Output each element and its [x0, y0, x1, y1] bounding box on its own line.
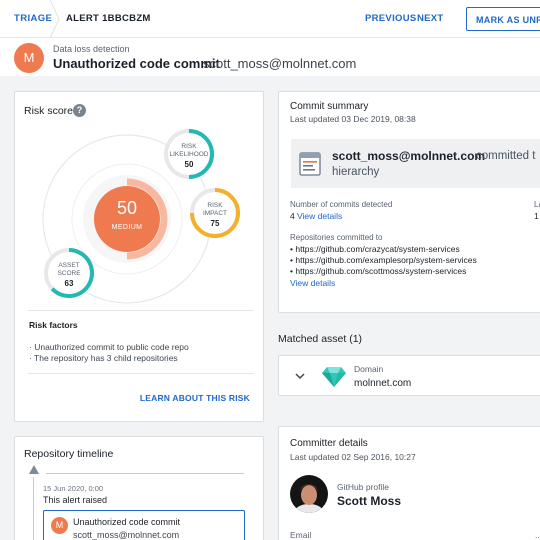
previous-button[interactable]: PREVIOUS: [365, 13, 417, 24]
repo-list-item: • https://github.com/examplesorp/system-…: [290, 255, 477, 265]
divider: [28, 373, 254, 374]
view-details-link[interactable]: View details: [290, 278, 335, 288]
timeline-event: This alert raised: [43, 495, 108, 505]
timeline-alert-email: scott_moss@molnnet.com: [73, 530, 180, 540]
arrow-up-icon: [29, 465, 39, 474]
committer-name[interactable]: Scott Moss: [337, 494, 401, 508]
committer-details-card: Committer details Last updated 02 Sep 20…: [278, 426, 540, 540]
page-title: Unauthorized code commit: [53, 56, 220, 71]
asset-type-label: Domain: [354, 364, 384, 374]
alert-header: M Data loss detection Unauthorized code …: [0, 38, 540, 76]
commit-banner-email: scott_moss@molnnet.com: [332, 149, 486, 163]
risk-score-title: Risk score: [24, 105, 74, 117]
risk-score-diagram: 50 MEDIUM RISK LIKELIHOOD 50 RISK IMPACT…: [42, 129, 240, 304]
chevron-down-icon[interactable]: [295, 372, 305, 380]
profile-photo: [290, 475, 328, 513]
num-commits-label: Number of commits detected: [290, 200, 393, 209]
repo-list-item: • https://github.com/scottmoss/system-se…: [290, 266, 467, 276]
email-label: Email: [290, 530, 312, 540]
avatar: M: [14, 43, 44, 73]
repo-url: https://github.com/crazycat/system-servi…: [295, 244, 460, 254]
risk-score-level: MEDIUM: [112, 224, 143, 231]
timeline-axis: [46, 473, 244, 474]
asset-value: molnnet.com: [354, 378, 412, 389]
repository-timeline-card: Repository timeline 15 Jun 2020, 0:00 Th…: [14, 436, 264, 540]
risk-factors-title: Risk factors: [29, 320, 78, 330]
help-icon[interactable]: ?: [73, 104, 86, 117]
commit-summary-title: Commit summary: [290, 101, 369, 112]
risk-impact-gauge: RISK IMPACT 75: [190, 188, 240, 238]
alert-user-email: scott_moss@molnnet.com: [203, 56, 357, 71]
likelihood-value: 50: [185, 160, 194, 169]
impact-label-2: IMPACT: [203, 210, 227, 217]
commit-summary-card: Commit summary Last updated 03 Dec 2019,…: [278, 91, 540, 313]
risk-factor-item: · Unauthorized commit to public code rep…: [29, 342, 189, 352]
asset-value: 63: [65, 279, 74, 288]
repo-url: https://github.com/examplesorp/system-se…: [295, 255, 477, 265]
repo-list-item: • https://github.com/crazycat/system-ser…: [290, 244, 460, 254]
code-document-icon: [299, 152, 321, 176]
timeline-alert-item[interactable]: M Unauthorized code commit scott_moss@mo…: [43, 510, 245, 540]
repos-label: Repositories committed to: [290, 233, 383, 242]
mark-as-unread-button[interactable]: MARK AS UNREA: [466, 7, 540, 31]
repo-url: https://github.com/scottmoss/system-serv…: [295, 266, 467, 276]
matched-asset-row[interactable]: Domain molnnet.com: [278, 355, 540, 396]
next-button[interactable]: NEXT: [417, 13, 444, 24]
github-profile-label: GitHub profile: [337, 482, 389, 492]
commit-summary-updated: Last updated 03 Dec 2019, 08:38: [290, 114, 416, 124]
breadcrumb-triage[interactable]: TRIAGE: [14, 13, 52, 24]
likelihood-label-2: LIKELIHOOD: [169, 151, 208, 158]
divider: [28, 310, 254, 311]
second-column-value: 1: [534, 211, 539, 221]
asset-label-1: ASSET: [58, 262, 79, 269]
timeline-date: 15 Jun 2020, 0:00: [43, 484, 104, 493]
alert-category: Data loss detection: [53, 44, 130, 54]
asset-label-2: SCORE: [57, 270, 81, 277]
risk-score-circle: [94, 186, 160, 252]
asset-score-gauge: ASSET SCORE 63: [44, 248, 94, 298]
impact-value: 75: [211, 219, 220, 228]
risk-score-value: 50: [117, 198, 137, 218]
risk-factor-text: Unauthorized commit to public code repo: [34, 342, 189, 352]
risk-score-card: Risk score ? 50 MEDIUM RISK LIKELIHOOD 5…: [14, 91, 264, 422]
timeline-alert-title: Unauthorized code commit: [73, 517, 181, 527]
diamond-icon: [322, 367, 346, 387]
avatar: M: [51, 517, 68, 534]
second-column-label: La: [534, 200, 540, 209]
commit-banner-text: committed t: [476, 150, 536, 162]
view-details-link[interactable]: View details: [297, 211, 342, 221]
committer-updated: Last updated 02 Sep 2016, 10:27: [290, 452, 416, 462]
timeline-line: [33, 477, 34, 540]
breadcrumb-separator-icon: [49, 0, 60, 38]
commit-banner-text-line2: hierarchy: [332, 166, 380, 178]
risk-likelihood-gauge: RISK LIKELIHOOD 50: [164, 129, 214, 179]
top-bar: TRIAGE ALERT 1BBCBZM PREVIOUS NEXT MARK …: [0, 0, 540, 38]
impact-label-1: RISK: [207, 202, 223, 209]
likelihood-label-1: RISK: [181, 143, 197, 150]
risk-factor-item: · The repository has 3 child repositorie…: [29, 353, 178, 363]
committer-title: Committer details: [290, 438, 368, 449]
matched-asset-title: Matched asset (1): [278, 333, 363, 345]
timeline-title: Repository timeline: [24, 448, 114, 460]
risk-factor-text: The repository has 3 child repositories: [34, 353, 178, 363]
learn-about-risk-link[interactable]: LEARN ABOUT THIS RISK: [140, 393, 250, 403]
second-column-label: ...: [535, 530, 540, 540]
breadcrumb-alert: ALERT 1BBCBZM: [66, 13, 151, 24]
commit-summary-banner: scott_moss@molnnet.com committed t hiera…: [291, 139, 540, 188]
num-commits-value: 4: [290, 211, 295, 221]
